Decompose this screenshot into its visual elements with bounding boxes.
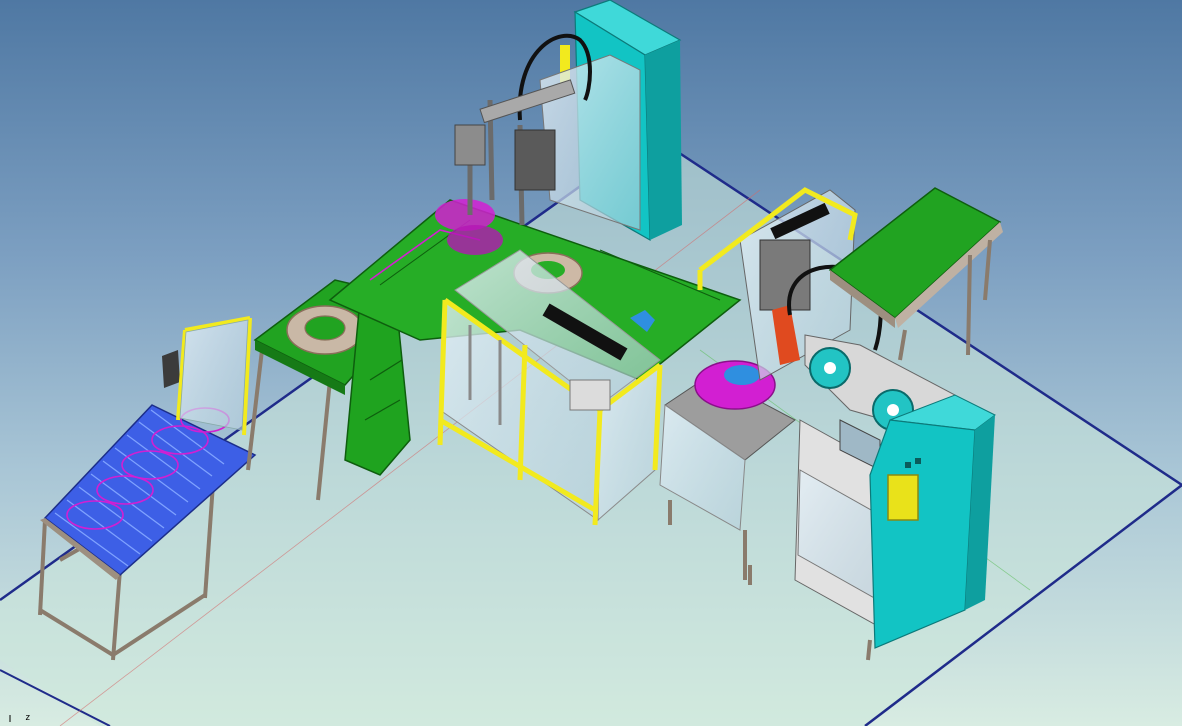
assembly-model-scene[interactable]: [0, 0, 1182, 726]
cad-3d-viewport[interactable]: z: [0, 0, 1182, 726]
axis-z-label: z: [25, 713, 31, 723]
central-gantry-station[interactable]: [454, 0, 682, 242]
signal-tower: [162, 350, 180, 388]
cabinet-warning-label: [887, 474, 919, 521]
